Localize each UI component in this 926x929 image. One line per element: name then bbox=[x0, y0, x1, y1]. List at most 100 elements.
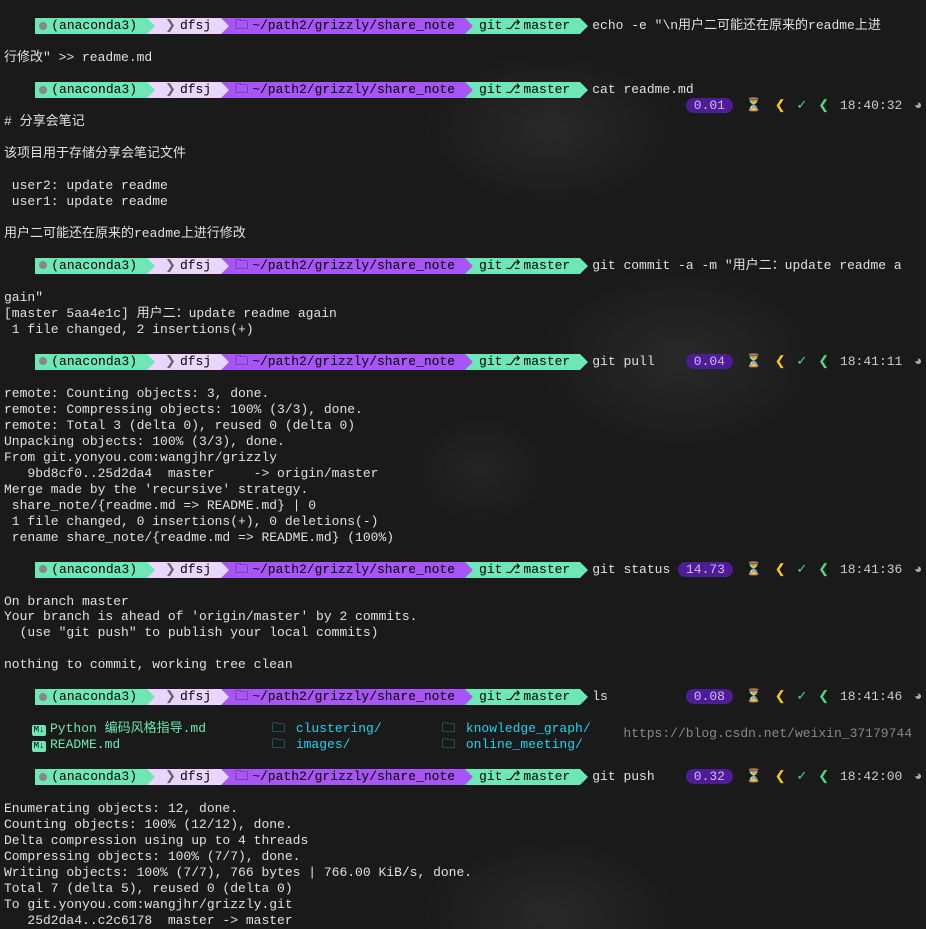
output-line: user2: update readme bbox=[4, 178, 922, 194]
directory: 🗀 knowledge_graph/ bbox=[442, 721, 622, 737]
output-line: rename share_note/{readme.md => README.m… bbox=[4, 530, 922, 546]
directory: 🗀 online_meeting/ bbox=[442, 737, 622, 753]
prompt-line[interactable]: (anaconda3)❯dfsj🗀~/path2/grizzly/share_n… bbox=[4, 66, 922, 114]
path-segment: 🗀~/path2/grizzly/share_note bbox=[221, 769, 465, 785]
branch-icon: ⎇ bbox=[505, 562, 520, 577]
command-text: cat readme.md bbox=[592, 82, 693, 97]
host-segment: ❯dfsj bbox=[147, 689, 221, 705]
command-continuation: 行修改" >> readme.md bbox=[4, 50, 922, 66]
folder-icon: 🗀 bbox=[235, 769, 248, 784]
host-segment: ❯dfsj bbox=[147, 769, 221, 785]
output-line: Your branch is ahead of 'origin/master' … bbox=[4, 609, 922, 625]
folder-icon: 🗀 bbox=[272, 737, 285, 752]
path-segment: 🗀~/path2/grizzly/share_note bbox=[221, 562, 465, 578]
branch-icon: ⎇ bbox=[505, 769, 520, 784]
git-segment: git⎇master bbox=[465, 769, 580, 785]
prompt-line[interactable]: (anaconda3)❯dfsj🗀~/path2/grizzly/share_n… bbox=[4, 338, 922, 386]
output-line: Merge made by the 'recursive' strategy. bbox=[4, 482, 922, 498]
clock-time: 18:41:11 bbox=[840, 354, 902, 369]
output-line bbox=[4, 162, 922, 178]
output-line: nothing to commit, working tree clean bbox=[4, 657, 922, 673]
env-segment: (anaconda3) bbox=[35, 18, 147, 34]
clock-time: 18:40:32 bbox=[840, 98, 902, 113]
command-text: git commit -a -m "用户二：update readme a bbox=[592, 258, 901, 273]
clock-time: 18:41:46 bbox=[840, 689, 902, 704]
check-icon: ✓ bbox=[797, 562, 808, 577]
output-line: (use "git push" to publish your local co… bbox=[4, 625, 922, 641]
folder-icon: 🗀 bbox=[235, 562, 248, 577]
clock-icon: ◕ bbox=[914, 689, 922, 704]
folder-icon: 🗀 bbox=[272, 721, 285, 736]
clock-time: 18:42:00 bbox=[840, 769, 902, 784]
output-line: From git.yonyou.com:wangjhr/grizzly bbox=[4, 450, 922, 466]
env-segment: (anaconda3) bbox=[35, 562, 147, 578]
duration-pill: 0.01 bbox=[686, 98, 733, 113]
branch-icon: ⎇ bbox=[505, 354, 520, 369]
command-text: git status bbox=[592, 562, 670, 577]
path-segment: 🗀~/path2/grizzly/share_note bbox=[221, 689, 465, 705]
watermark-text: https://blog.csdn.net/weixin_37179744 bbox=[623, 726, 912, 742]
directory: 🗀 clustering/ bbox=[272, 721, 442, 737]
output-line: 25d2da4..c2c6178 master -> master bbox=[4, 913, 922, 929]
git-segment: git⎇master bbox=[465, 258, 580, 274]
path-segment: 🗀~/path2/grizzly/share_note bbox=[221, 82, 465, 98]
output-line: remote: Compressing objects: 100% (3/3),… bbox=[4, 402, 922, 418]
env-segment: (anaconda3) bbox=[35, 689, 147, 705]
output-line: 9bd8cf0..25d2da4 master -> origin/master bbox=[4, 466, 922, 482]
path-segment: 🗀~/path2/grizzly/share_note bbox=[221, 18, 465, 34]
env-segment: (anaconda3) bbox=[35, 82, 147, 98]
output-line bbox=[4, 641, 922, 657]
path-segment: 🗀~/path2/grizzly/share_note bbox=[221, 258, 465, 274]
command-text: git push bbox=[592, 769, 654, 784]
folder-icon: 🗀 bbox=[235, 354, 248, 369]
file-markdown: M↓Python 编码风格指导.md bbox=[32, 721, 272, 737]
folder-icon: 🗀 bbox=[235, 18, 248, 33]
output-line: 用户二可能还在原来的readme上进行修改 bbox=[4, 226, 922, 242]
folder-icon: 🗀 bbox=[235, 82, 248, 97]
git-segment: git⎇master bbox=[465, 562, 580, 578]
hourglass-icon: ⏳ bbox=[746, 689, 762, 704]
git-segment: git⎇master bbox=[465, 82, 580, 98]
check-icon: ✓ bbox=[797, 689, 808, 704]
prompt-line[interactable]: (anaconda3)❯dfsj🗀~/path2/grizzly/share_n… bbox=[4, 673, 922, 721]
env-segment: (anaconda3) bbox=[35, 258, 147, 274]
duration-pill: 0.04 bbox=[686, 354, 733, 369]
prompt-line[interactable]: (anaconda3)❯dfsj🗀~/path2/grizzly/share_n… bbox=[4, 2, 922, 50]
output-line: On branch master bbox=[4, 594, 922, 610]
clock-icon: ◕ bbox=[914, 98, 922, 113]
directory: 🗀 images/ bbox=[272, 737, 442, 753]
git-segment: git⎇master bbox=[465, 689, 580, 705]
host-segment: ❯dfsj bbox=[147, 562, 221, 578]
command-text: echo -e "\n用户二可能还在原来的readme上进 bbox=[592, 18, 881, 33]
prompt-line[interactable]: (anaconda3)❯dfsj🗀~/path2/grizzly/share_n… bbox=[4, 753, 922, 801]
output-line: user1: update readme bbox=[4, 194, 922, 210]
output-line: share_note/{readme.md => README.md} | 0 bbox=[4, 498, 922, 514]
output-line: remote: Total 3 (delta 0), reused 0 (del… bbox=[4, 418, 922, 434]
host-segment: ❯dfsj bbox=[147, 82, 221, 98]
host-segment: ❯dfsj bbox=[147, 258, 221, 274]
branch-icon: ⎇ bbox=[505, 18, 520, 33]
clock-icon: ◕ bbox=[914, 562, 922, 577]
prompt-line[interactable]: (anaconda3)❯dfsj🗀~/path2/grizzly/share_n… bbox=[4, 546, 922, 594]
host-segment: ❯dfsj bbox=[147, 354, 221, 370]
hourglass-icon: ⏳ bbox=[746, 562, 762, 577]
separator-icon: ❮ bbox=[775, 562, 786, 577]
command-continuation: gain" bbox=[4, 290, 922, 306]
branch-icon: ⎇ bbox=[505, 258, 520, 273]
hourglass-icon: ⏳ bbox=[746, 98, 762, 113]
prompt-line[interactable]: (anaconda3)❯dfsj🗀~/path2/grizzly/share_n… bbox=[4, 242, 922, 290]
output-line: 1 file changed, 0 insertions(+), 0 delet… bbox=[4, 514, 922, 530]
branch-icon: ⎇ bbox=[505, 82, 520, 97]
command-text: git pull bbox=[592, 354, 654, 369]
output-line bbox=[4, 130, 922, 146]
output-line: 1 file changed, 2 insertions(+) bbox=[4, 322, 922, 338]
output-line: Enumerating objects: 12, done. bbox=[4, 801, 922, 817]
clock-icon: ◕ bbox=[914, 354, 922, 369]
terminal-output[interactable]: (anaconda3)❯dfsj🗀~/path2/grizzly/share_n… bbox=[4, 2, 922, 929]
output-line: Total 7 (delta 5), reused 0 (delta 0) bbox=[4, 881, 922, 897]
output-line: [master 5aa4e1c] 用户二：update readme again bbox=[4, 306, 922, 322]
output-line: To git.yonyou.com:wangjhr/grizzly.git bbox=[4, 897, 922, 913]
env-segment: (anaconda3) bbox=[35, 769, 147, 785]
separator-icon: ❮ bbox=[818, 562, 829, 577]
duration-pill: 0.32 bbox=[686, 769, 733, 784]
